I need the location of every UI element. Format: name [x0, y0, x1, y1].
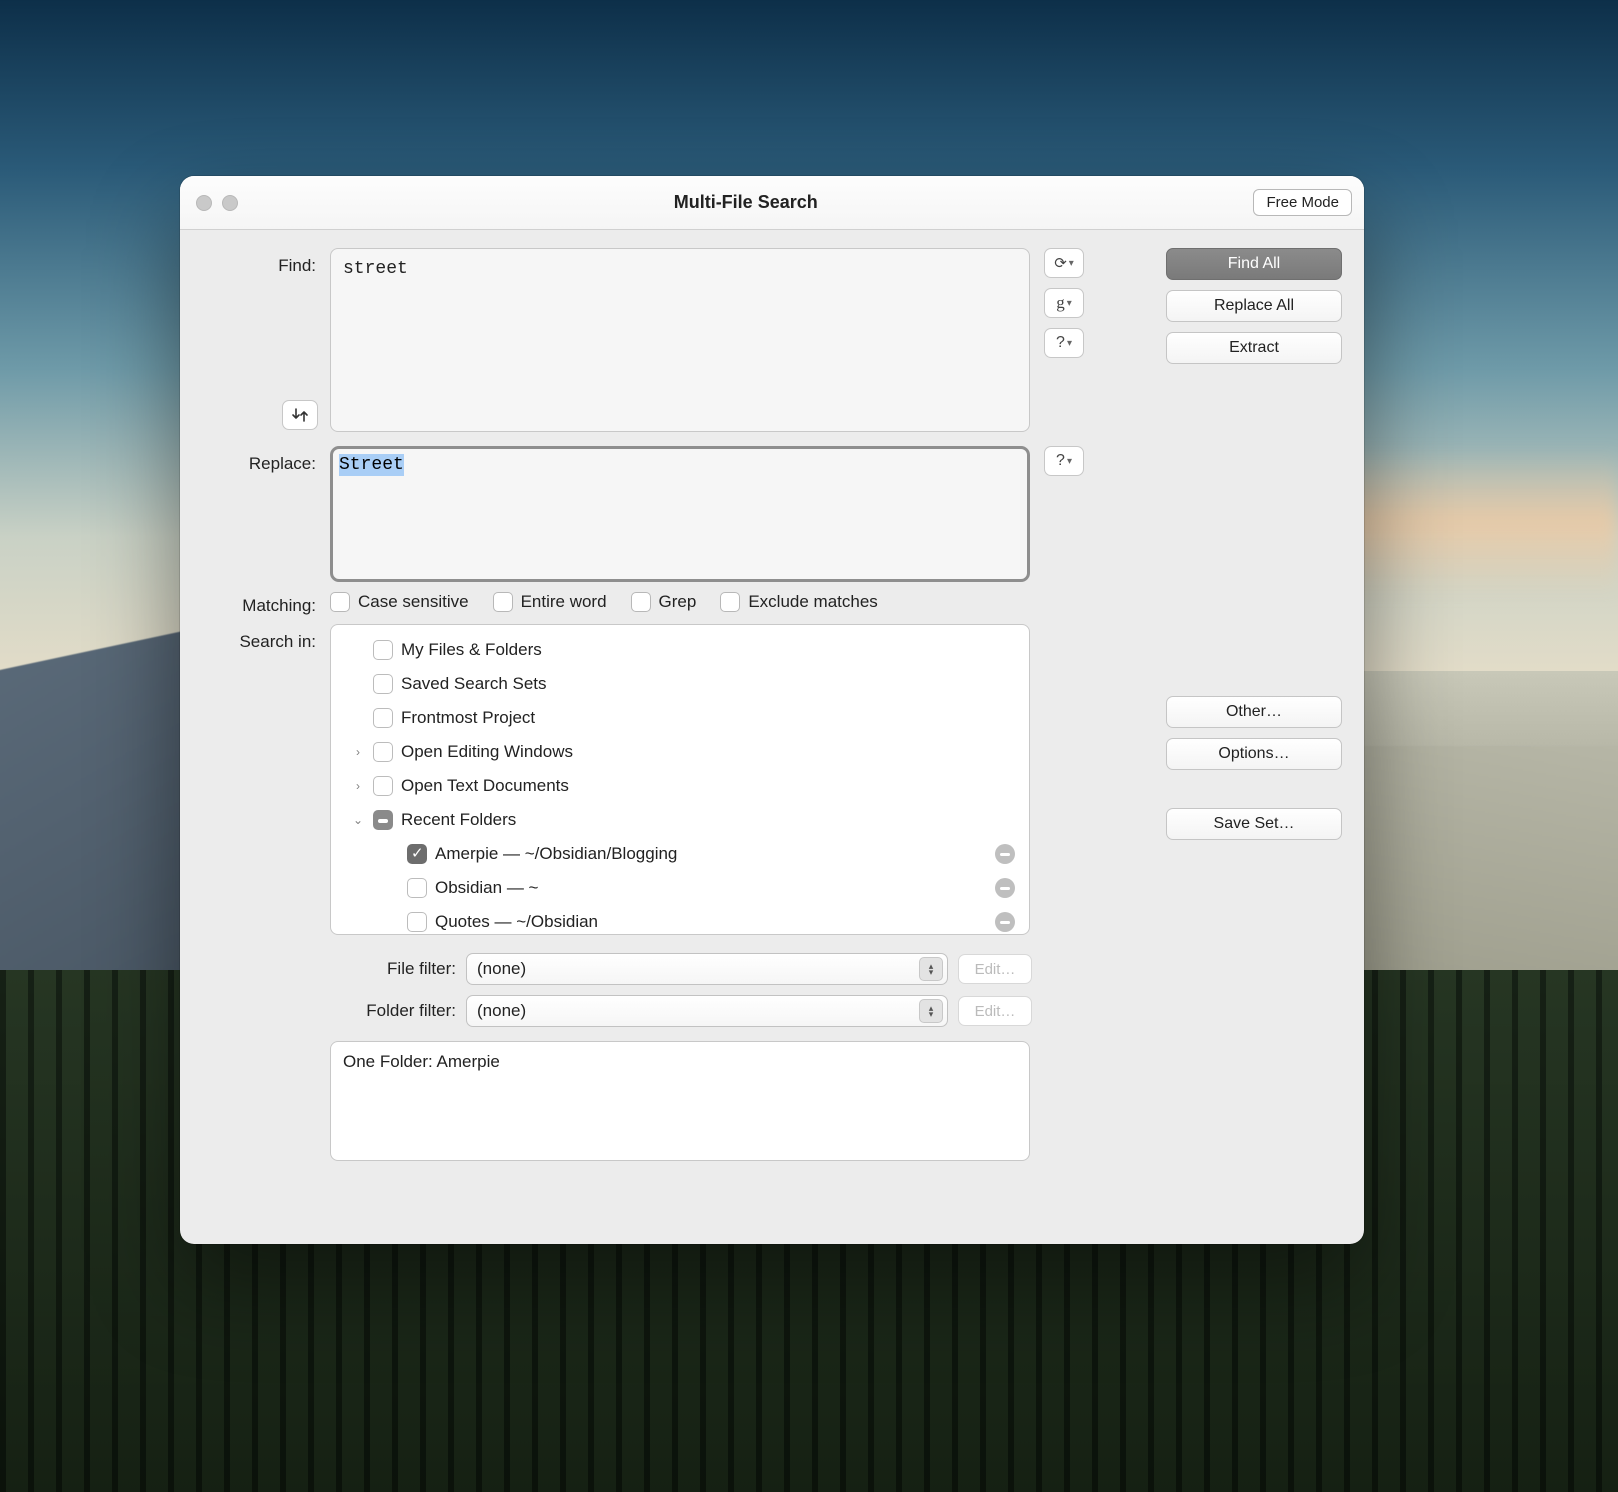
- tree-item-label: Quotes — ~/Obsidian: [435, 912, 598, 932]
- folder-filter-label: Folder filter:: [332, 1001, 456, 1021]
- tree-checkbox[interactable]: [373, 674, 393, 694]
- tree-item[interactable]: › Open Text Documents: [331, 769, 1029, 803]
- help-icon: ?: [1056, 334, 1065, 352]
- exclude-matches-checkbox[interactable]: Exclude matches: [720, 592, 877, 612]
- tree-item-label: My Files & Folders: [401, 640, 542, 660]
- help-icon: ?: [1056, 452, 1065, 470]
- file-filter-label: File filter:: [332, 959, 456, 979]
- replace-input[interactable]: Street: [330, 446, 1030, 582]
- remove-folder-icon[interactable]: [995, 844, 1015, 864]
- find-input[interactable]: [330, 248, 1030, 432]
- stepper-icon: ▴▾: [919, 999, 943, 1023]
- folder-filter-edit-button[interactable]: Edit…: [958, 996, 1032, 1026]
- tree-checkbox[interactable]: [373, 742, 393, 762]
- folder-filter-select[interactable]: (none) ▴▾: [466, 995, 948, 1027]
- tree-item-label: Recent Folders: [401, 810, 516, 830]
- matching-label: Matching:: [202, 592, 316, 616]
- tree-item[interactable]: Amerpie — ~/Obsidian/Blogging: [331, 837, 1029, 871]
- tree-checkbox[interactable]: [373, 776, 393, 796]
- find-help-button[interactable]: ?▾: [1044, 328, 1084, 358]
- tree-checkbox[interactable]: [407, 878, 427, 898]
- tree-item-label: Saved Search Sets: [401, 674, 547, 694]
- traffic-lights: [196, 195, 238, 211]
- swap-icon: [291, 407, 309, 423]
- grep-checkbox[interactable]: Grep: [631, 592, 697, 612]
- search-in-label: Search in:: [202, 624, 316, 652]
- case-sensitive-checkbox[interactable]: Case sensitive: [330, 592, 469, 612]
- replace-label: Replace:: [202, 446, 316, 474]
- find-all-button[interactable]: Find All: [1166, 248, 1342, 280]
- find-label: Find:: [202, 248, 316, 276]
- tree-item-label: Amerpie — ~/Obsidian/Blogging: [435, 844, 677, 864]
- free-mode-button[interactable]: Free Mode: [1253, 189, 1352, 216]
- search-in-tree: My Files & Folders Saved Search Sets Front…: [330, 624, 1030, 935]
- replace-help-button[interactable]: ?▾: [1044, 446, 1084, 476]
- tree-checkbox[interactable]: [373, 708, 393, 728]
- history-icon: ⟳: [1054, 254, 1067, 272]
- swap-find-replace-button[interactable]: [282, 400, 318, 430]
- remove-folder-icon[interactable]: [995, 912, 1015, 932]
- remove-folder-icon[interactable]: [995, 878, 1015, 898]
- window-title: Multi-File Search: [238, 192, 1253, 213]
- tree-checkbox[interactable]: [373, 640, 393, 660]
- multi-file-search-window: Multi-File Search Free Mode Find: ⟳▾ g▾ …: [180, 176, 1364, 1244]
- tree-item-label: Open Editing Windows: [401, 742, 573, 762]
- tree-checkbox[interactable]: [407, 912, 427, 932]
- stepper-icon: ▴▾: [919, 957, 943, 981]
- titlebar: Multi-File Search Free Mode: [180, 176, 1364, 230]
- tree-checkbox[interactable]: [373, 810, 393, 830]
- tree-item[interactable]: Frontmost Project: [331, 701, 1029, 735]
- tree-item[interactable]: ⌄ Recent Folders: [331, 803, 1029, 837]
- close-window-dot[interactable]: [196, 195, 212, 211]
- disclosure-triangle[interactable]: ›: [351, 779, 365, 793]
- extract-button[interactable]: Extract: [1166, 332, 1342, 364]
- tree-item[interactable]: Obsidian — ~: [331, 871, 1029, 905]
- options-button[interactable]: Options…: [1166, 738, 1342, 770]
- tree-item-label: Frontmost Project: [401, 708, 535, 728]
- file-filter-select[interactable]: (none) ▴▾: [466, 953, 948, 985]
- replace-all-button[interactable]: Replace All: [1166, 290, 1342, 322]
- save-set-button[interactable]: Save Set…: [1166, 808, 1342, 840]
- minimize-window-dot[interactable]: [222, 195, 238, 211]
- disclosure-triangle[interactable]: ⌄: [351, 813, 365, 827]
- tree-item[interactable]: › Open Editing Windows: [331, 735, 1029, 769]
- file-filter-edit-button[interactable]: Edit…: [958, 954, 1032, 984]
- search-summary: One Folder: Amerpie: [330, 1041, 1030, 1161]
- tree-item-label: Open Text Documents: [401, 776, 569, 796]
- tree-item[interactable]: Saved Search Sets: [331, 667, 1029, 701]
- grep-tools-button[interactable]: g▾: [1044, 288, 1084, 318]
- tree-item[interactable]: My Files & Folders: [331, 633, 1029, 667]
- disclosure-triangle[interactable]: ›: [351, 745, 365, 759]
- tree-checkbox[interactable]: [407, 844, 427, 864]
- other-button[interactable]: Other…: [1166, 696, 1342, 728]
- find-history-button[interactable]: ⟳▾: [1044, 248, 1084, 278]
- tree-item[interactable]: Quotes — ~/Obsidian: [331, 905, 1029, 934]
- tree-item-label: Obsidian — ~: [435, 878, 538, 898]
- entire-word-checkbox[interactable]: Entire word: [493, 592, 607, 612]
